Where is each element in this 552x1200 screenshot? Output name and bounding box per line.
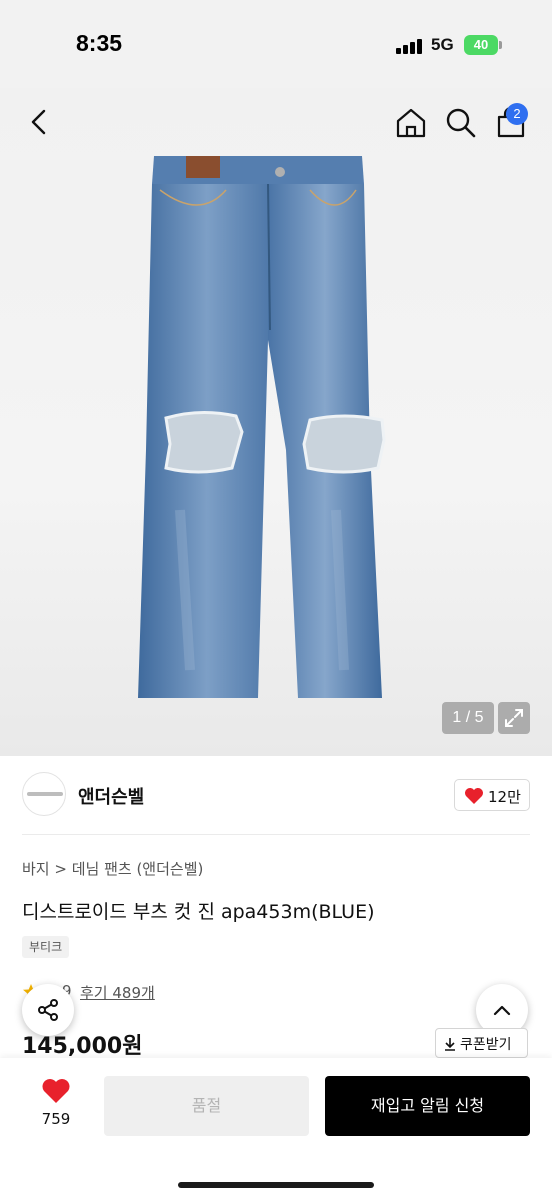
back-arrow-icon[interactable]: [26, 108, 54, 136]
status-time: 8:35: [76, 30, 123, 56]
status-bar: 8:35 5G 40: [0, 0, 552, 88]
image-pager: 1 / 5: [442, 702, 494, 734]
share-icon: [38, 999, 58, 1021]
brand-row[interactable]: 앤더슨벨 12만: [0, 756, 552, 834]
heart-icon: [42, 1079, 70, 1103]
product-price: 145,000원: [22, 1034, 143, 1059]
cart-count-badge: 2: [506, 103, 528, 125]
battery-tip: [499, 41, 502, 49]
heart-icon: [465, 788, 483, 804]
product-title: 디스트로이드 부츠 컷 진 apa453m(BLUE): [22, 901, 375, 923]
wishlist-button[interactable]: 759: [30, 1076, 82, 1136]
brand-like-count: 12만: [488, 788, 521, 806]
breadcrumb[interactable]: 바지 > 데님 팬츠 (앤더슨벨): [22, 858, 203, 879]
expand-image-button[interactable]: [498, 702, 530, 734]
coupon-download-button[interactable]: 쿠폰받기: [435, 1028, 528, 1058]
restock-alert-button[interactable]: 재입고 알림 신청: [325, 1076, 530, 1136]
search-icon[interactable]: [444, 106, 478, 140]
battery-icon: 40: [464, 35, 498, 55]
product-gallery[interactable]: 2 1 / 5: [0, 88, 552, 756]
divider: [22, 834, 530, 835]
sold-out-button: 품절: [104, 1076, 309, 1136]
brand-logo[interactable]: [22, 772, 66, 816]
review-count-link[interactable]: 후기 489개: [80, 982, 155, 1003]
coupon-label: 쿠폰받기: [460, 1037, 512, 1053]
chevron-up-icon: [493, 1005, 511, 1016]
signal-icon: [396, 38, 424, 54]
product-image: [138, 156, 386, 698]
brand-like-button[interactable]: 12만: [454, 779, 530, 811]
brand-name[interactable]: 앤더슨벨: [78, 783, 144, 809]
wishlist-count: 759: [41, 1110, 71, 1128]
home-indicator: [178, 1182, 374, 1188]
download-icon: [445, 1038, 455, 1051]
home-icon[interactable]: [394, 106, 428, 140]
expand-icon: [505, 709, 523, 727]
bottom-action-bar: 759 품절 재입고 알림 신청: [0, 1058, 552, 1200]
network-type: 5G: [431, 35, 454, 54]
boutique-tag: 부티크: [22, 936, 70, 958]
